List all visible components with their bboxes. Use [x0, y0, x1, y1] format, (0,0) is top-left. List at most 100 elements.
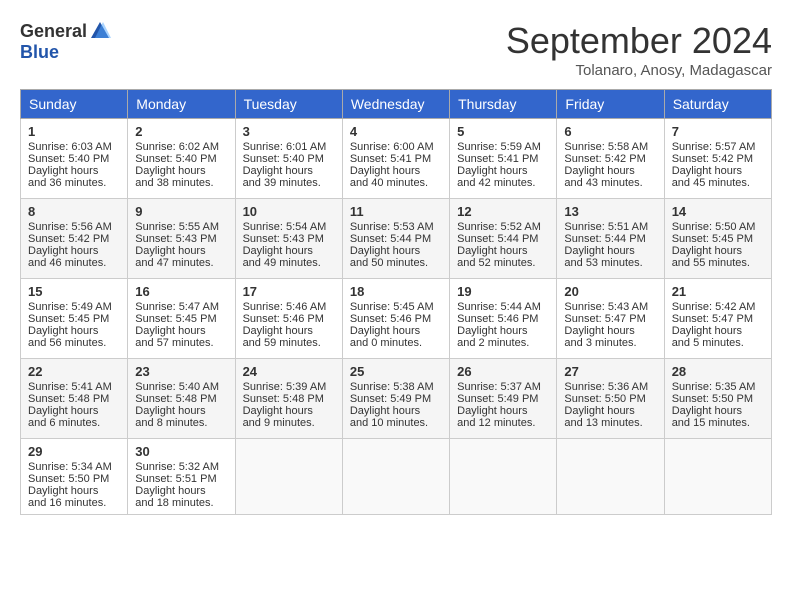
logo-icon: [89, 20, 111, 42]
sunset-text: Sunset: 5:51 PM: [135, 473, 227, 485]
day-number: 14: [672, 204, 764, 219]
calendar-cell: [450, 439, 557, 515]
daylight-value: and 59 minutes.: [243, 337, 335, 349]
sunset-text: Sunset: 5:41 PM: [457, 153, 549, 165]
sunset-text: Sunset: 5:40 PM: [243, 153, 335, 165]
sunrise-text: Sunrise: 5:50 AM: [672, 221, 764, 233]
title-section: September 2024 Tolanaro, Anosy, Madagasc…: [506, 20, 772, 79]
day-number: 8: [28, 204, 120, 219]
sunset-text: Sunset: 5:48 PM: [135, 393, 227, 405]
calendar-week-row: 1Sunrise: 6:03 AMSunset: 5:40 PMDaylight…: [21, 119, 772, 199]
calendar-cell: 21Sunrise: 5:42 AMSunset: 5:47 PMDayligh…: [664, 279, 771, 359]
daylight-label: Daylight hours: [672, 405, 764, 417]
sunset-text: Sunset: 5:50 PM: [672, 393, 764, 405]
sunset-text: Sunset: 5:40 PM: [28, 153, 120, 165]
calendar-cell: 5Sunrise: 5:59 AMSunset: 5:41 PMDaylight…: [450, 119, 557, 199]
sunrise-text: Sunrise: 5:57 AM: [672, 141, 764, 153]
calendar-cell: 8Sunrise: 5:56 AMSunset: 5:42 PMDaylight…: [21, 199, 128, 279]
daylight-label: Daylight hours: [28, 325, 120, 337]
sunrise-text: Sunrise: 5:54 AM: [243, 221, 335, 233]
daylight-label: Daylight hours: [350, 165, 442, 177]
sunrise-text: Sunrise: 6:02 AM: [135, 141, 227, 153]
calendar-cell: 16Sunrise: 5:47 AMSunset: 5:45 PMDayligh…: [128, 279, 235, 359]
calendar-cell: 23Sunrise: 5:40 AMSunset: 5:48 PMDayligh…: [128, 359, 235, 439]
daylight-value: and 56 minutes.: [28, 337, 120, 349]
day-number: 17: [243, 284, 335, 299]
sunset-text: Sunset: 5:45 PM: [28, 313, 120, 325]
day-number: 25: [350, 364, 442, 379]
daylight-label: Daylight hours: [350, 245, 442, 257]
sunrise-text: Sunrise: 5:38 AM: [350, 381, 442, 393]
sunrise-text: Sunrise: 5:42 AM: [672, 301, 764, 313]
logo-blue-text: Blue: [20, 42, 59, 63]
sunset-text: Sunset: 5:46 PM: [350, 313, 442, 325]
calendar-cell: 2Sunrise: 6:02 AMSunset: 5:40 PMDaylight…: [128, 119, 235, 199]
calendar-cell: 11Sunrise: 5:53 AMSunset: 5:44 PMDayligh…: [342, 199, 449, 279]
daylight-label: Daylight hours: [457, 405, 549, 417]
logo: General Blue: [20, 20, 111, 63]
calendar-cell: 20Sunrise: 5:43 AMSunset: 5:47 PMDayligh…: [557, 279, 664, 359]
sunrise-text: Sunrise: 5:35 AM: [672, 381, 764, 393]
day-number: 5: [457, 124, 549, 139]
calendar-cell: 19Sunrise: 5:44 AMSunset: 5:46 PMDayligh…: [450, 279, 557, 359]
sunset-text: Sunset: 5:50 PM: [28, 473, 120, 485]
sunrise-text: Sunrise: 5:32 AM: [135, 461, 227, 473]
daylight-value: and 16 minutes.: [28, 497, 120, 509]
sunrise-text: Sunrise: 5:55 AM: [135, 221, 227, 233]
calendar-week-row: 29Sunrise: 5:34 AMSunset: 5:50 PMDayligh…: [21, 439, 772, 515]
sunrise-text: Sunrise: 5:40 AM: [135, 381, 227, 393]
calendar-cell: [342, 439, 449, 515]
calendar-week-row: 15Sunrise: 5:49 AMSunset: 5:45 PMDayligh…: [21, 279, 772, 359]
sunrise-text: Sunrise: 5:56 AM: [28, 221, 120, 233]
daylight-value: and 18 minutes.: [135, 497, 227, 509]
calendar-week-row: 8Sunrise: 5:56 AMSunset: 5:42 PMDaylight…: [21, 199, 772, 279]
daylight-value: and 2 minutes.: [457, 337, 549, 349]
calendar-cell: 3Sunrise: 6:01 AMSunset: 5:40 PMDaylight…: [235, 119, 342, 199]
calendar-header-friday: Friday: [557, 90, 664, 119]
sunset-text: Sunset: 5:44 PM: [457, 233, 549, 245]
day-number: 21: [672, 284, 764, 299]
day-number: 10: [243, 204, 335, 219]
day-number: 11: [350, 204, 442, 219]
daylight-label: Daylight hours: [457, 325, 549, 337]
calendar-cell: 26Sunrise: 5:37 AMSunset: 5:49 PMDayligh…: [450, 359, 557, 439]
daylight-value: and 49 minutes.: [243, 257, 335, 269]
calendar-cell: 12Sunrise: 5:52 AMSunset: 5:44 PMDayligh…: [450, 199, 557, 279]
day-number: 28: [672, 364, 764, 379]
calendar-cell: 22Sunrise: 5:41 AMSunset: 5:48 PMDayligh…: [21, 359, 128, 439]
daylight-label: Daylight hours: [564, 405, 656, 417]
calendar-week-row: 22Sunrise: 5:41 AMSunset: 5:48 PMDayligh…: [21, 359, 772, 439]
daylight-label: Daylight hours: [564, 245, 656, 257]
sunrise-text: Sunrise: 5:47 AM: [135, 301, 227, 313]
day-number: 24: [243, 364, 335, 379]
day-number: 22: [28, 364, 120, 379]
day-number: 20: [564, 284, 656, 299]
daylight-value: and 50 minutes.: [350, 257, 442, 269]
sunset-text: Sunset: 5:49 PM: [350, 393, 442, 405]
location: Tolanaro, Anosy, Madagascar: [506, 62, 772, 79]
calendar-cell: 9Sunrise: 5:55 AMSunset: 5:43 PMDaylight…: [128, 199, 235, 279]
sunrise-text: Sunrise: 5:51 AM: [564, 221, 656, 233]
day-number: 26: [457, 364, 549, 379]
daylight-label: Daylight hours: [564, 165, 656, 177]
sunset-text: Sunset: 5:42 PM: [672, 153, 764, 165]
calendar-header-tuesday: Tuesday: [235, 90, 342, 119]
daylight-label: Daylight hours: [243, 245, 335, 257]
sunrise-text: Sunrise: 5:44 AM: [457, 301, 549, 313]
page-header: General Blue September 2024 Tolanaro, An…: [20, 20, 772, 79]
sunrise-text: Sunrise: 5:58 AM: [564, 141, 656, 153]
sunrise-text: Sunrise: 5:37 AM: [457, 381, 549, 393]
sunset-text: Sunset: 5:50 PM: [564, 393, 656, 405]
sunset-text: Sunset: 5:44 PM: [564, 233, 656, 245]
day-number: 30: [135, 444, 227, 459]
day-number: 9: [135, 204, 227, 219]
daylight-value: and 5 minutes.: [672, 337, 764, 349]
daylight-label: Daylight hours: [672, 325, 764, 337]
sunset-text: Sunset: 5:48 PM: [28, 393, 120, 405]
day-number: 2: [135, 124, 227, 139]
calendar-header-monday: Monday: [128, 90, 235, 119]
sunrise-text: Sunrise: 5:49 AM: [28, 301, 120, 313]
sunrise-text: Sunrise: 5:45 AM: [350, 301, 442, 313]
calendar-cell: 13Sunrise: 5:51 AMSunset: 5:44 PMDayligh…: [557, 199, 664, 279]
sunrise-text: Sunrise: 6:01 AM: [243, 141, 335, 153]
